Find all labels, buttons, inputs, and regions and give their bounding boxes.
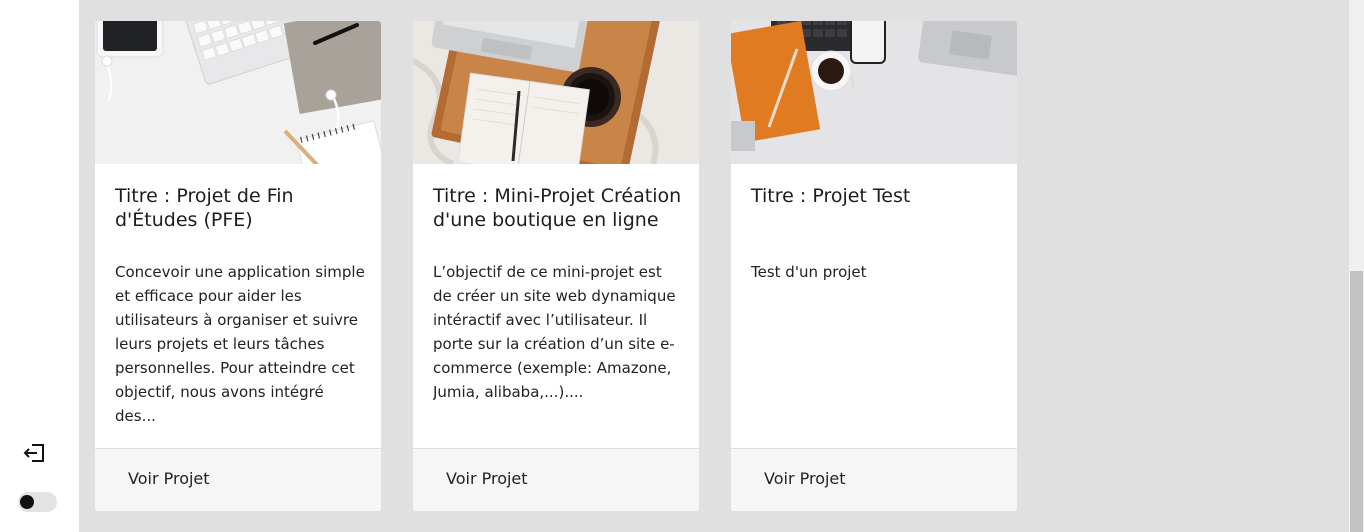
toggle-knob xyxy=(20,495,34,509)
project-image-desk-orange xyxy=(731,21,1017,164)
project-title: Titre : Mini-Projet Création d'une bouti… xyxy=(433,185,682,231)
card-footer: Voir Projet xyxy=(731,448,1017,511)
logout-icon[interactable] xyxy=(22,441,48,465)
project-image-desk xyxy=(95,21,381,164)
projects-area: Titre : Projet de Fin d'Études (PFE) Con… xyxy=(79,0,1349,532)
view-project-link[interactable]: Voir Projet xyxy=(128,469,210,488)
project-description: Test d'un projet xyxy=(751,263,867,281)
project-image-laptop-coffee xyxy=(413,21,699,164)
project-title: Titre : Projet de Fin d'Études (PFE) xyxy=(115,185,294,231)
card-footer: Voir Projet xyxy=(413,448,699,511)
project-card: Titre : Projet Test Test d'un projet Voi… xyxy=(731,21,1017,511)
project-title: Titre : Projet Test xyxy=(751,185,911,207)
view-project-link[interactable]: Voir Projet xyxy=(446,469,528,488)
project-description: L’objectif de ce mini-projet est de crée… xyxy=(433,263,676,401)
project-description: Concevoir une application simple et effi… xyxy=(115,263,365,425)
project-card: Titre : Mini-Projet Création d'une bouti… xyxy=(413,21,699,511)
project-card: Titre : Projet de Fin d'Études (PFE) Con… xyxy=(95,21,381,511)
scrollbar-thumb[interactable] xyxy=(1350,271,1363,532)
sidebar xyxy=(0,0,79,532)
theme-toggle[interactable] xyxy=(18,492,57,512)
vertical-scrollbar[interactable] xyxy=(1349,0,1364,532)
view-project-link[interactable]: Voir Projet xyxy=(764,469,846,488)
card-footer: Voir Projet xyxy=(95,448,381,511)
